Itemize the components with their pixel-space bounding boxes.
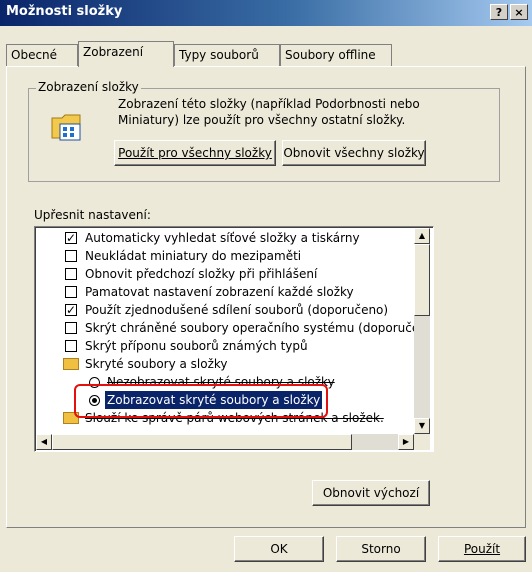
highlight-annotation (74, 384, 328, 418)
reset-all-label: Obnovit všechny složky (283, 146, 425, 160)
list-item-label: Obnovit předchozí složky při přihlášení (85, 267, 318, 281)
folder-views-description: Zobrazení této složky (například Podorbn… (118, 97, 420, 127)
reset-all-folders-button[interactable]: Obnovit všechny složky (282, 140, 426, 166)
checkbox[interactable] (65, 301, 77, 319)
list-item-label: Skrýt chráněné soubory operačního systém… (85, 321, 425, 335)
window-title: Možnosti složky (6, 4, 123, 19)
close-button[interactable]: × (510, 4, 528, 20)
apply-button[interactable]: Použít (438, 536, 526, 562)
scroll-corner (414, 434, 430, 450)
apply-all-label: Použít pro všechny složky (118, 146, 272, 160)
checkbox[interactable] (65, 340, 77, 352)
folder-view-icon (51, 114, 81, 141)
scroll-down-icon[interactable]: ▼ (414, 418, 430, 434)
list-item-label: Použít zjednodušené sdílení souborů (dop… (85, 303, 389, 317)
scroll-up-icon[interactable]: ▲ (414, 228, 430, 244)
tab-soubory-offline[interactable]: Soubory offline (280, 44, 392, 66)
title-bar[interactable]: Možnosti složky ? × (0, 0, 532, 26)
list-item-label: Neukládat miniatury do mezipaměti (85, 249, 302, 263)
checkbox[interactable] (65, 268, 77, 280)
cancel-button[interactable]: Storno (336, 536, 426, 562)
scroll-left-icon[interactable]: ◀ (36, 434, 52, 450)
horizontal-scroll-thumb[interactable] (52, 434, 352, 450)
restore-defaults-label: Obnovit výchozí (322, 486, 420, 500)
list-item-label: Skryté soubory a složky (85, 357, 228, 371)
advanced-settings-label: Upřesnit nastavení: (34, 208, 151, 222)
tab-zobrazeni[interactable]: Zobrazení (78, 41, 174, 67)
scroll-right-icon[interactable]: ▶ (398, 434, 414, 450)
list-item-label: Automaticky vyhledat síťové složky a tis… (85, 231, 360, 245)
checkbox[interactable] (65, 229, 77, 247)
list-item-label: Pamatovat nastavení zobrazení každé slož… (85, 285, 354, 299)
apply-all-folders-button[interactable]: Použít pro všechny složky (114, 140, 276, 166)
advanced-settings-list[interactable]: Automaticky vyhledat síťové složky a tis… (34, 226, 434, 452)
folder-icon (63, 358, 79, 370)
checkbox[interactable] (65, 322, 77, 334)
list-item-label: Skrýt příponu souborů známých typů (85, 339, 308, 353)
vertical-scroll-thumb[interactable] (414, 244, 430, 316)
ok-button[interactable]: OK (234, 536, 324, 562)
apply-label: Použít (463, 542, 501, 556)
help-button[interactable]: ? (490, 4, 508, 20)
checkbox[interactable] (65, 286, 77, 298)
tab-obecne[interactable]: Obecné (6, 44, 78, 66)
folder-views-legend: Zobrazení složky (36, 80, 141, 94)
checkbox[interactable] (65, 250, 77, 262)
folder-options-dialog: Možnosti složky ? × Obecné Zobrazení Typ… (0, 0, 532, 572)
tab-typy-souboru[interactable]: Typy souborů (174, 44, 280, 66)
restore-defaults-button[interactable]: Obnovit výchozí (312, 480, 430, 506)
